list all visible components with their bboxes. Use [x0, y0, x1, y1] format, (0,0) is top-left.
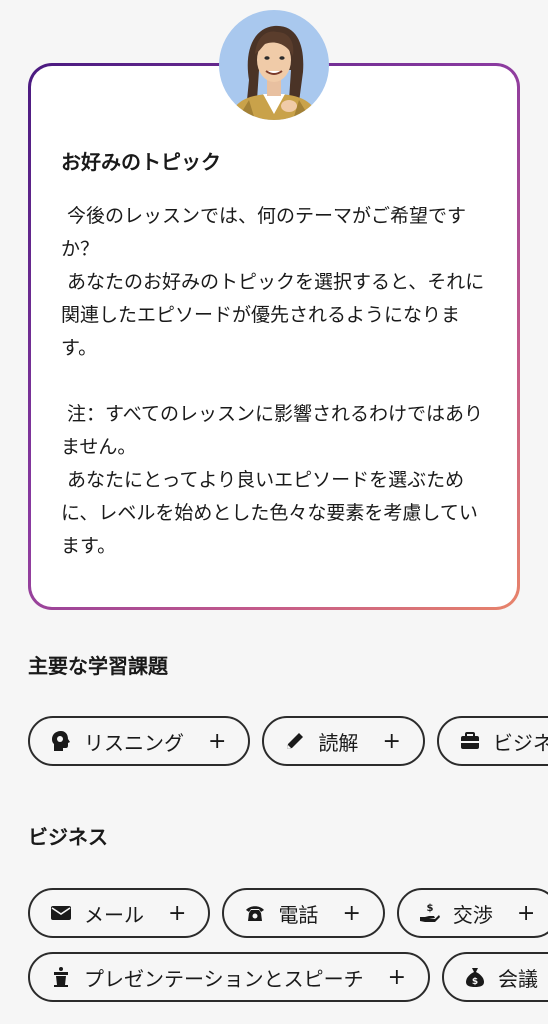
plus-icon: + [208, 728, 227, 754]
card-title: お好みのトピック [61, 150, 221, 174]
money-bag-icon: $ [464, 966, 486, 988]
plus-icon: + [516, 900, 536, 926]
card-paragraph-intro: 今後のレッスンでは、何のテーマがご希望ですか？ あなたのお好みのトピックを選択す… [61, 205, 485, 359]
chip-label: メール [84, 902, 144, 927]
topic-intro-card-body: お好みのトピック 今後のレッスンでは、何のテーマがご希望ですか？ あなたのお好み… [31, 66, 517, 607]
section-title-business: ビジネス [28, 825, 108, 849]
money-hand-icon: $ [419, 902, 441, 924]
chip-label: 会議 [498, 966, 539, 991]
podium-icon [50, 966, 72, 988]
plus-icon: + [382, 728, 401, 754]
envelope-icon [50, 902, 72, 924]
chip-row-main-topics: リスニング + 読解 + ビジネス + [28, 716, 548, 770]
chip-email[interactable]: メール + [28, 888, 211, 938]
chip-label: リスニング [84, 730, 184, 755]
svg-text:$: $ [472, 977, 478, 987]
section-title-main-topics: 主要な学習課題 [28, 654, 168, 678]
chip-label: 読解 [318, 730, 359, 755]
briefcase-icon [459, 730, 481, 752]
chip-meeting[interactable]: $ 会議 + [442, 952, 548, 1002]
chip-negotiation[interactable]: $ 交渉 + [396, 888, 548, 938]
tutor-avatar [219, 10, 329, 120]
chip-label: 交渉 [452, 902, 493, 927]
chip-listening[interactable]: リスニング + [28, 716, 251, 766]
chip-reading[interactable]: 読解 + [262, 716, 425, 766]
chip-presentation[interactable]: プレゼンテーションとスピーチ + [28, 952, 431, 1002]
chip-business[interactable]: ビジネス + [436, 716, 548, 766]
plus-icon: + [387, 964, 407, 990]
tutor-avatar-illustration [229, 25, 319, 120]
pencil-icon [284, 730, 306, 752]
head-listening-icon [50, 730, 72, 752]
card-paragraph-note: 注：すべてのレッスンに影響されるわけではありません。 あなたにとってより良いエピ… [61, 403, 483, 557]
chip-label: プレゼンテーションとスピーチ [84, 966, 364, 991]
chip-row-business-1: メール + 電話 + $ 交渉 + [28, 888, 548, 942]
plus-icon: + [168, 900, 187, 926]
chip-label: 電話 [278, 902, 319, 927]
plus-icon: + [342, 900, 361, 926]
chip-phone[interactable]: 電話 + [222, 888, 385, 938]
svg-text:$: $ [426, 903, 433, 914]
phone-icon [244, 902, 266, 924]
chip-row-business-2: プレゼンテーションとスピーチ + $ 会議 + [28, 952, 548, 1006]
chip-label: ビジネス [492, 730, 548, 755]
topic-intro-card: お好みのトピック 今後のレッスンでは、何のテーマがご希望ですか？ あなたのお好み… [28, 63, 520, 610]
